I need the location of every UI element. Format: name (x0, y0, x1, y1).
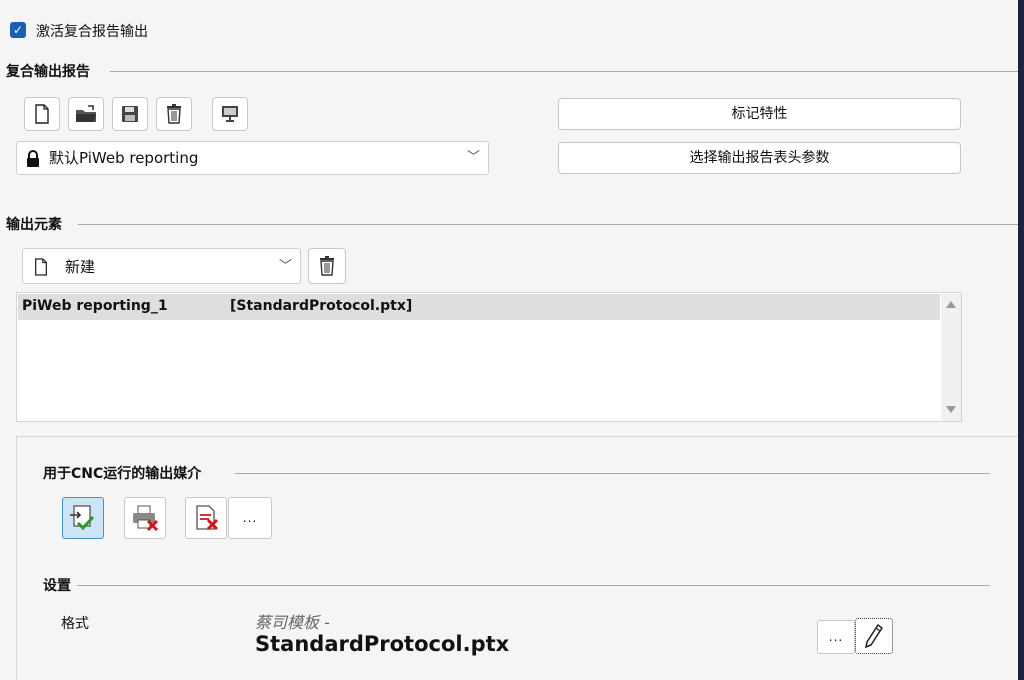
scroll-up-icon[interactable] (946, 301, 956, 308)
element-settings-panel: 用于CNC运行的输出媒介 ... 设置 格式 蔡司模板 - StandardPr… (16, 436, 1018, 680)
save-report-button[interactable] (112, 97, 148, 131)
format-hint: 蔡司模板 - (255, 613, 330, 632)
lock-icon (27, 150, 39, 167)
new-document-icon (35, 258, 47, 276)
settings-section-title: 设置 (43, 578, 71, 594)
monitor-icon (222, 106, 238, 122)
new-document-icon (35, 104, 49, 124)
media-more-button[interactable]: ... (228, 497, 272, 539)
report-section-divider (110, 71, 1018, 72)
report-template-value: 默认PiWeb reporting (49, 149, 199, 167)
trash-icon (320, 256, 334, 276)
chevron-down-icon: ﹀ (466, 150, 480, 165)
element-name: PiWeb reporting_1 (22, 298, 168, 314)
printer-disabled-icon (133, 505, 159, 532)
save-icon (122, 106, 138, 122)
select-header-params-button[interactable]: 选择输出报告表头参数 (558, 142, 961, 174)
cnc-media-section-title: 用于CNC运行的输出媒介 (43, 466, 202, 482)
scroll-down-icon[interactable] (946, 406, 956, 413)
activate-label: 激活复合报告输出 (36, 24, 148, 40)
delete-element-button[interactable] (308, 248, 346, 284)
format-value: StandardProtocol.ptx (255, 632, 510, 656)
trash-icon (167, 104, 181, 124)
list-scrollbar[interactable] (941, 294, 961, 421)
format-label: 格式 (61, 616, 89, 632)
delete-report-button[interactable] (156, 97, 192, 131)
preview-report-button[interactable] (212, 97, 248, 131)
open-report-button[interactable] (68, 97, 104, 131)
open-folder-icon (76, 105, 96, 122)
cnc-media-divider (235, 473, 990, 474)
mark-properties-button[interactable]: 标记特性 (558, 98, 961, 130)
media-printer-button[interactable] (124, 497, 166, 539)
element-type-value: 新建 (65, 258, 96, 276)
pdf-disabled-icon (196, 505, 219, 531)
activate-checkbox[interactable]: ✓ (10, 22, 26, 38)
elements-section-divider (78, 224, 1018, 225)
format-edit-button[interactable] (855, 618, 893, 654)
format-browse-button[interactable]: ... (817, 620, 855, 654)
element-file: [StandardProtocol.ptx] (230, 298, 413, 314)
report-template-select[interactable]: 默认PiWeb reporting ﹀ (16, 141, 489, 175)
list-item[interactable]: PiWeb reporting_1 [StandardProtocol.ptx] (18, 294, 940, 320)
chevron-down-icon: ﹀ (278, 259, 292, 274)
report-output-panel: ✓ 激活复合报告输出 复合输出报告 标记特性 选择输出报告表头参数 默认PiWe… (0, 0, 1018, 680)
elements-section-title: 输出元素 (6, 217, 62, 233)
pencil-icon (864, 623, 884, 649)
elements-list: PiWeb reporting_1 [StandardProtocol.ptx] (16, 292, 962, 422)
file-output-check-icon (70, 505, 95, 531)
report-section-title: 复合输出报告 (6, 64, 90, 80)
element-type-select[interactable]: 新建 ﹀ (22, 248, 301, 284)
settings-divider (77, 585, 990, 586)
media-pdf-button[interactable] (185, 497, 227, 539)
media-file-button[interactable] (62, 497, 104, 539)
new-report-button[interactable] (24, 97, 60, 131)
